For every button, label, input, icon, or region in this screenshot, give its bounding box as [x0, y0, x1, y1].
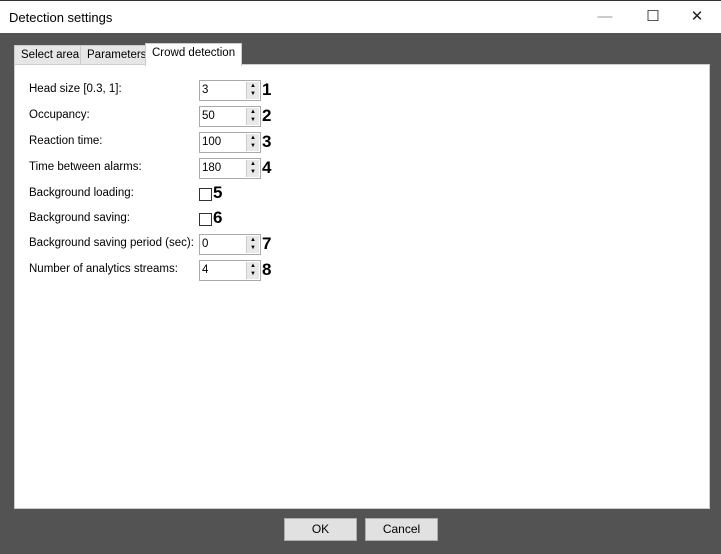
crowd-detection-panel: Head size [0.3, 1]:▲▼1Occupancy:▲▼2React… [14, 64, 710, 509]
maximize-button[interactable]: ☐ [633, 5, 673, 29]
spinner-arrows[interactable]: ▲ ▼ [246, 134, 259, 151]
up-arrow-icon[interactable]: ▲ [247, 160, 259, 168]
marker-number: 1 [262, 80, 272, 99]
spinner-arrows[interactable]: ▲ ▼ [246, 236, 259, 253]
up-arrow-icon[interactable]: ▲ [247, 236, 259, 244]
number-spinner[interactable]: ▲▼ [199, 158, 261, 179]
number-spinner[interactable]: ▲▼ [199, 132, 261, 153]
spinner-arrows[interactable]: ▲ ▼ [246, 262, 259, 279]
number-spinner[interactable]: ▲▼ [199, 260, 261, 281]
marker-number: 6 [213, 208, 223, 227]
down-arrow-icon[interactable]: ▼ [247, 116, 259, 124]
marker-number: 2 [262, 106, 272, 125]
field-label: Background loading: [29, 187, 134, 199]
field-label: Time between alarms: [29, 161, 142, 173]
down-arrow-icon[interactable]: ▼ [247, 270, 259, 278]
number-input[interactable] [200, 235, 242, 252]
checkbox[interactable] [199, 213, 212, 226]
number-spinner[interactable]: ▲▼ [199, 234, 261, 255]
spinner-arrows[interactable]: ▲ ▼ [246, 82, 259, 99]
up-arrow-icon[interactable]: ▲ [247, 82, 259, 90]
marker-number: 4 [262, 158, 272, 177]
number-input[interactable] [200, 133, 242, 150]
tab-crowd-detection[interactable]: Crowd detection [145, 43, 243, 66]
number-input[interactable] [200, 261, 242, 278]
down-arrow-icon[interactable]: ▼ [247, 244, 259, 252]
up-arrow-icon[interactable]: ▲ [247, 108, 259, 116]
number-input[interactable] [200, 81, 242, 98]
field-label: Reaction time: [29, 135, 103, 147]
down-arrow-icon[interactable]: ▼ [247, 168, 259, 176]
close-button[interactable]: ✕ [677, 5, 717, 29]
up-arrow-icon[interactable]: ▲ [247, 262, 259, 270]
field-label: Background saving: [29, 212, 131, 224]
marker-number: 8 [262, 260, 272, 279]
field-label: Background saving period (sec): [29, 237, 194, 249]
tab-select-area[interactable]: Select area [14, 45, 87, 65]
marker-number: 5 [213, 183, 223, 202]
field-label: Number of analytics streams: [29, 263, 178, 275]
marker-number: 3 [262, 132, 272, 151]
ok-button[interactable]: OK [284, 518, 357, 541]
number-input[interactable] [200, 107, 242, 124]
window-title: Detection settings [9, 10, 113, 25]
spinner-arrows[interactable]: ▲ ▼ [246, 108, 259, 125]
number-spinner[interactable]: ▲▼ [199, 106, 261, 127]
tab-parameters[interactable]: Parameters [80, 45, 154, 65]
number-input[interactable] [200, 159, 242, 176]
spinner-arrows[interactable]: ▲ ▼ [246, 160, 259, 177]
checkbox[interactable] [199, 188, 212, 201]
down-arrow-icon[interactable]: ▼ [247, 90, 259, 98]
marker-number: 7 [262, 234, 272, 253]
down-arrow-icon[interactable]: ▼ [247, 142, 259, 150]
field-label: Head size [0.3, 1]: [29, 83, 122, 95]
up-arrow-icon[interactable]: ▲ [247, 134, 259, 142]
number-spinner[interactable]: ▲▼ [199, 80, 261, 101]
cancel-button[interactable]: Cancel [365, 518, 438, 541]
title-bar: Detection settings — ☐ ✕ [0, 0, 721, 33]
minimize-button[interactable]: — [585, 5, 625, 29]
field-label: Occupancy: [29, 109, 90, 121]
